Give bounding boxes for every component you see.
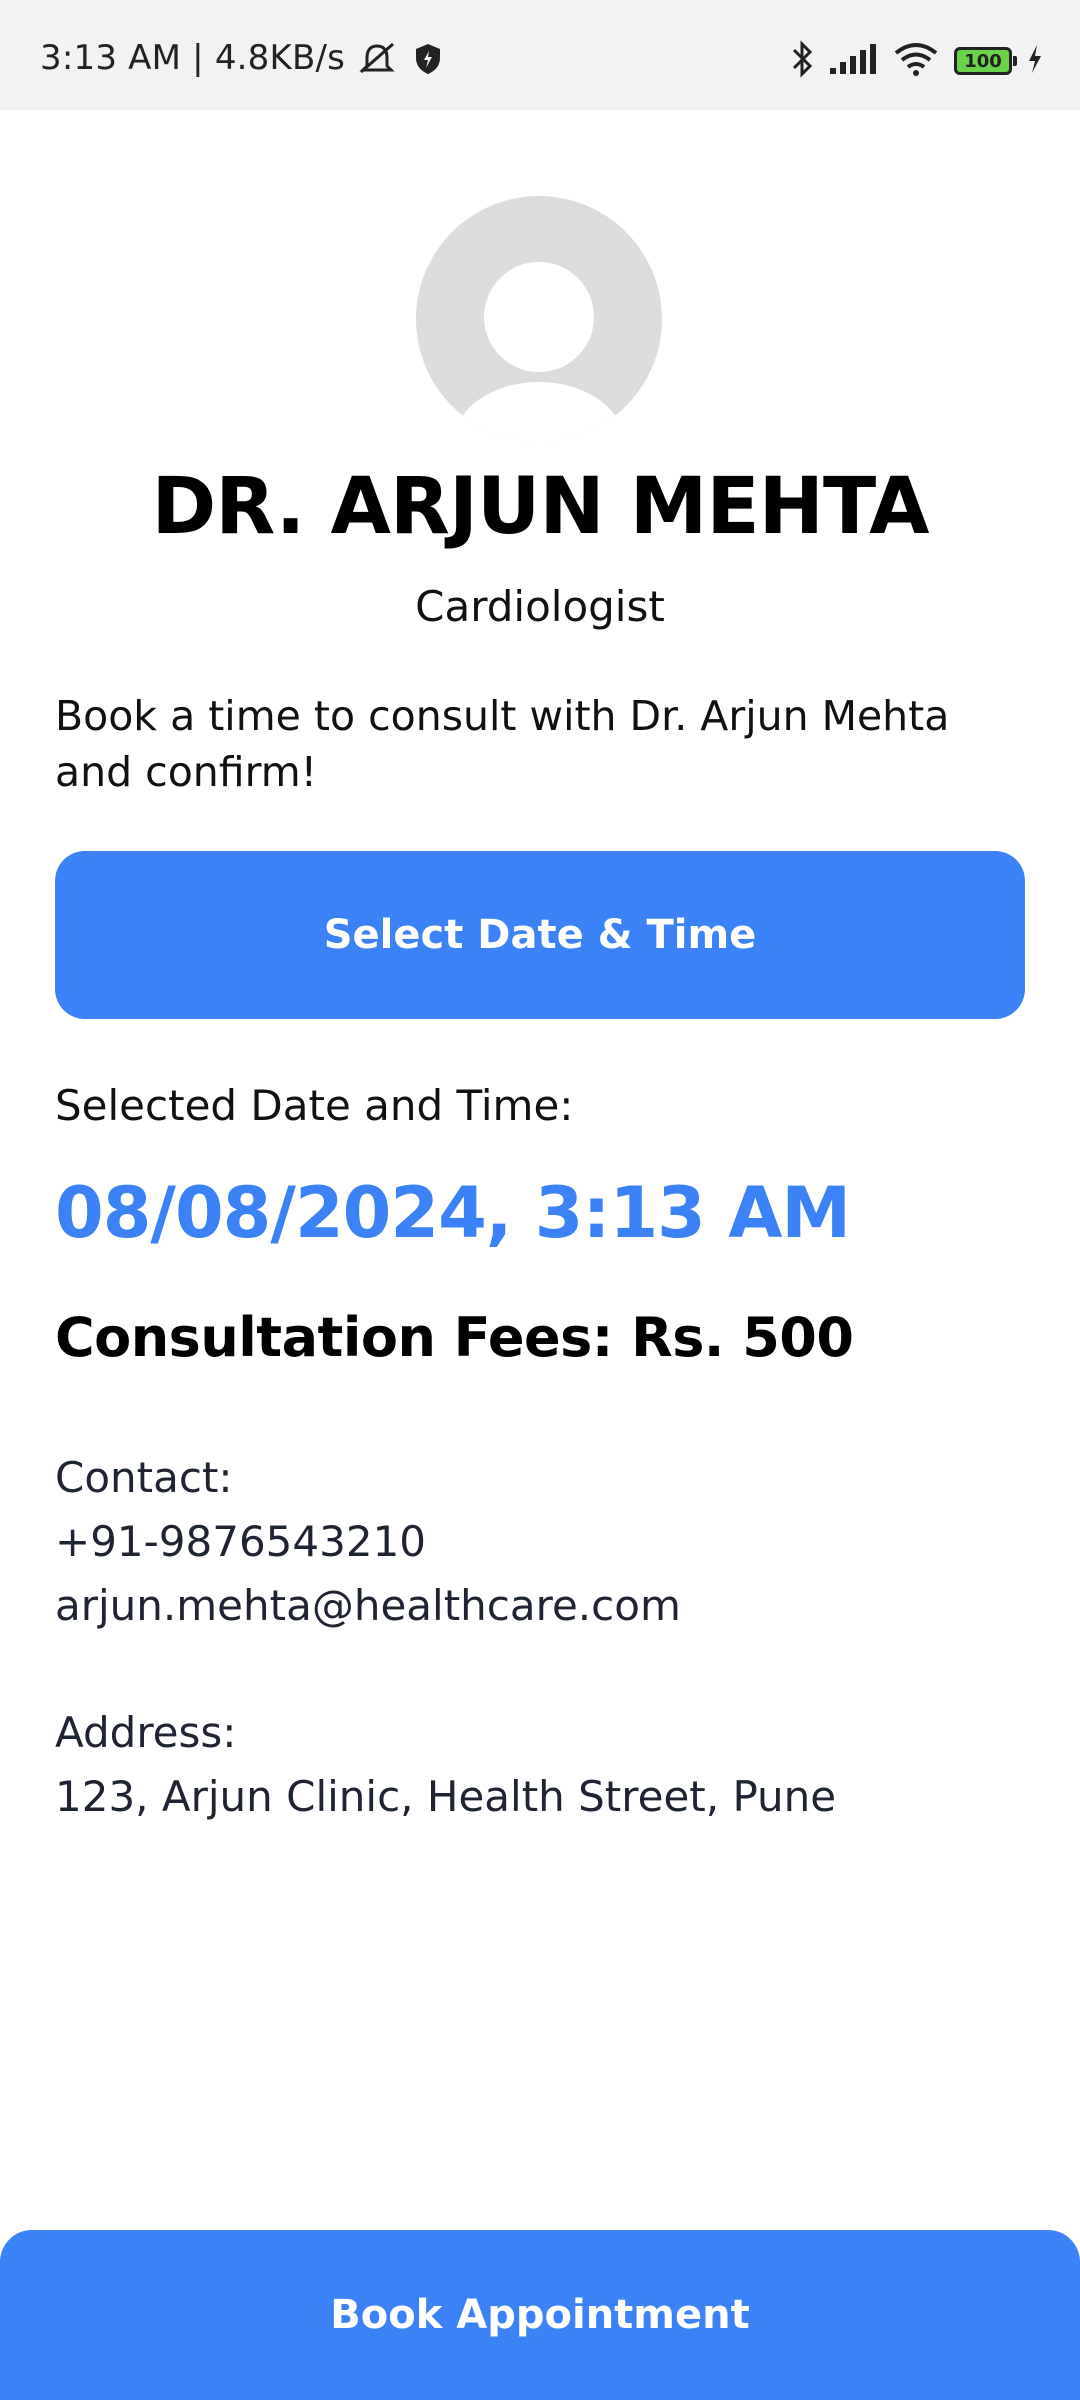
- address-value: 123, Arjun Clinic, Health Street, Pune: [55, 1772, 837, 1821]
- contact-phone: +91-9876543210: [55, 1517, 427, 1566]
- avatar-body: [454, 382, 624, 442]
- contact-label: Contact:: [55, 1453, 233, 1502]
- avatar-head: [484, 262, 594, 372]
- status-left-icons: [357, 42, 443, 80]
- wifi-icon: [892, 41, 940, 81]
- doctor-name: DR. ARJUN MEHTA: [151, 462, 930, 552]
- intro-text: Book a time to consult with Dr. Arjun Me…: [55, 688, 1015, 800]
- bluetooth-icon: [790, 40, 814, 82]
- contact-section: Contact: +91-9876543210 arjun.mehta@heal…: [55, 1446, 681, 1638]
- consultation-fees: Consultation Fees: Rs. 500: [55, 1306, 854, 1369]
- status-time-speed: 3:13 AM | 4.8KB/s: [40, 38, 346, 78]
- battery-icon: 100: [954, 47, 1017, 75]
- contact-email: arjun.mehta@healthcare.com: [55, 1581, 681, 1630]
- shield-icon: [413, 42, 443, 80]
- address-label: Address:: [55, 1708, 237, 1757]
- intro-line-2: and confirm!: [55, 748, 318, 796]
- status-bar: 3:13 AM | 4.8KB/s 100: [0, 0, 1080, 110]
- doctor-specialty: Cardiologist: [415, 582, 665, 631]
- avatar: [416, 196, 662, 442]
- address-section: Address: 123, Arjun Clinic, Health Stree…: [55, 1701, 836, 1829]
- book-appointment-button[interactable]: Book Appointment: [0, 2230, 1080, 2400]
- signal-icon: [828, 42, 878, 80]
- intro-line-1: Book a time to consult with Dr. Arjun Me…: [55, 692, 950, 740]
- mute-icon: [357, 42, 397, 80]
- select-date-time-button[interactable]: Select Date & Time: [55, 851, 1025, 1019]
- selected-date-value: 08/08/2024, 3:13 AM: [55, 1172, 851, 1254]
- charging-icon: [1026, 43, 1044, 79]
- status-right-icons: 100: [790, 40, 1044, 82]
- selected-date-label: Selected Date and Time:: [55, 1081, 574, 1130]
